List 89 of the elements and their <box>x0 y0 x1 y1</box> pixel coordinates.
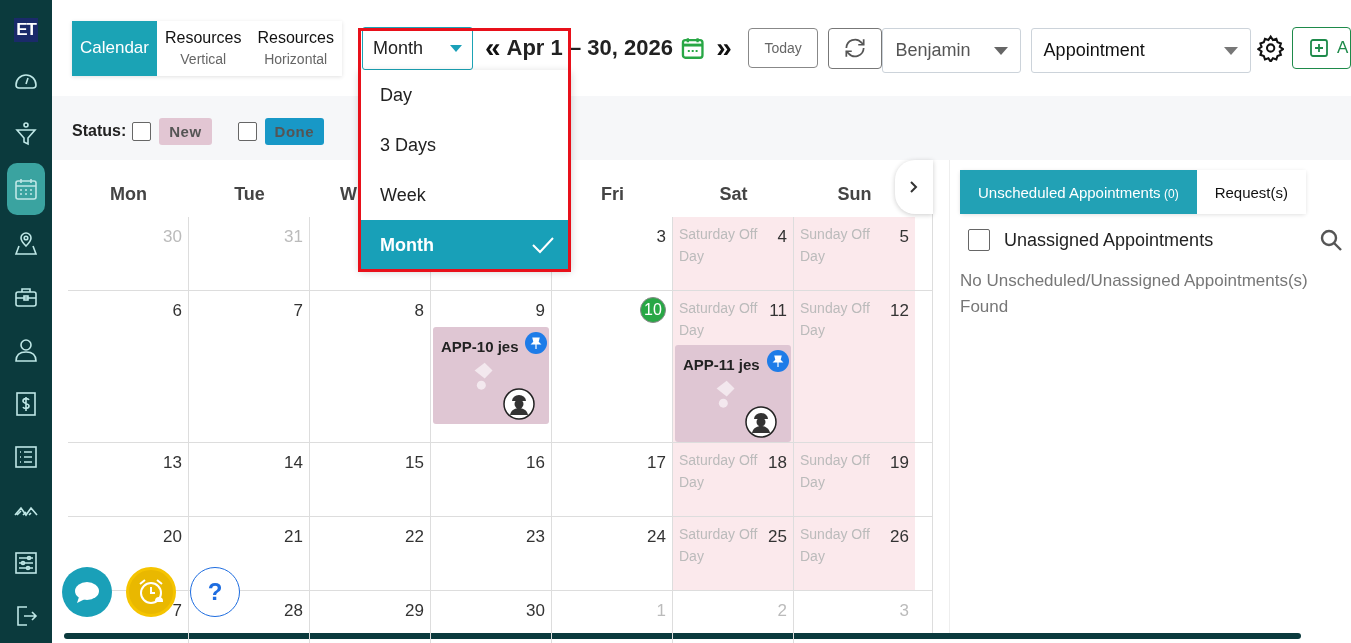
event-title: APP-10 jes <box>441 338 519 355</box>
day-number: 28 <box>284 600 303 622</box>
weekday-header: Fri <box>601 184 624 205</box>
help-button[interactable]: ? <box>190 567 240 617</box>
event-card[interactable]: APP-10 jes <box>433 327 549 424</box>
day-number: 6 <box>172 300 182 322</box>
today-button[interactable]: Today <box>747 28 819 68</box>
day-number: 13 <box>163 452 182 474</box>
day-number: 30 <box>163 226 182 248</box>
day-number: 25 <box>768 526 787 548</box>
type-select[interactable]: Appointment <box>1030 28 1251 73</box>
day-number: 20 <box>163 526 182 548</box>
off-day-note: Sunday Off Day <box>800 525 871 566</box>
chevron-right-icon <box>908 180 920 194</box>
chat-icon <box>73 580 101 604</box>
status-tag: New <box>159 117 212 145</box>
day-number: 9 <box>535 300 545 322</box>
day-number: 31 <box>284 226 303 248</box>
plus-icon <box>1309 38 1330 58</box>
weekday-header: Sat <box>719 184 748 205</box>
day-number: 26 <box>890 526 909 548</box>
day-number: 16 <box>526 452 545 474</box>
chat-button[interactable] <box>62 567 112 617</box>
day-number: 17 <box>647 452 666 474</box>
logo: ET <box>14 18 38 42</box>
off-day-note: Saturday Off Day <box>679 225 759 266</box>
scrollbar[interactable] <box>64 633 1301 639</box>
day-number: 24 <box>647 526 666 548</box>
add-button[interactable]: A <box>1292 27 1351 69</box>
view-tab[interactable]: Resources Horizontal <box>249 20 342 76</box>
day-number: 7 <box>293 300 303 322</box>
status-label: Status: <box>72 122 127 140</box>
empty-message: No Unscheduled/Unassigned Appointments(s) Found <box>960 270 1309 318</box>
day-number: 23 <box>526 526 545 548</box>
panel-tab[interactable]: Request(s) <box>1196 170 1306 214</box>
off-day-note: Sunday Off Day <box>800 451 871 492</box>
day-number: 10 <box>640 297 666 323</box>
previous-button[interactable]: « <box>480 34 505 62</box>
dropdown-option[interactable]: 3 Days <box>359 120 571 170</box>
day-number: 12 <box>890 300 909 322</box>
caret-icon <box>1223 46 1238 55</box>
day-number: 30 <box>526 600 545 622</box>
dropdown-option[interactable]: Day <box>359 70 571 120</box>
day-number: 22 <box>405 526 424 548</box>
checkbox-label: Unassigned Appointments <box>1004 229 1215 251</box>
day-number: 21 <box>284 526 303 548</box>
checkbox[interactable] <box>132 121 152 141</box>
check-icon <box>531 235 555 255</box>
view-tab[interactable]: Resources Vertical <box>157 20 250 76</box>
calendar-icon[interactable] <box>7 163 45 215</box>
day-number: 19 <box>890 452 909 474</box>
search-icon[interactable] <box>1319 228 1343 252</box>
day-number: 3 <box>899 600 909 622</box>
refresh-button[interactable] <box>828 27 883 69</box>
status-tag: Done <box>264 117 325 145</box>
weekday-header: Tue <box>234 184 265 205</box>
day-number: 5 <box>899 226 909 248</box>
range-select[interactable]: Month <box>361 26 473 70</box>
day-number: 14 <box>284 452 303 474</box>
caret-icon <box>993 46 1008 55</box>
day-number: 3 <box>656 226 666 248</box>
day-number: 4 <box>777 226 787 248</box>
off-day-note: Saturday Off Day <box>679 299 759 340</box>
worker-avatar-icon <box>745 406 777 438</box>
next-button[interactable]: » <box>712 34 736 62</box>
event-card[interactable]: APP-11 jes <box>675 345 791 442</box>
off-day-note: Saturday Off Day <box>679 451 759 492</box>
day-number: 8 <box>414 300 424 322</box>
off-day-note: Sunday Off Day <box>800 225 871 266</box>
off-day-note: Sunday Off Day <box>800 299 871 340</box>
day-number: 2 <box>777 600 787 622</box>
resource-select[interactable]: Benjamin <box>882 28 1021 73</box>
weekday-header: Sun <box>837 184 872 205</box>
weekday-header: Mon <box>110 184 147 205</box>
weekday-header: W <box>340 184 357 205</box>
checkbox[interactable] <box>968 229 990 251</box>
settings-icon[interactable] <box>1256 34 1285 62</box>
day-number: 11 <box>769 300 787 322</box>
off-day-note: Saturday Off Day <box>679 525 759 566</box>
day-number: 18 <box>768 452 787 474</box>
worker-avatar-icon <box>503 388 535 420</box>
checkbox[interactable] <box>237 121 257 141</box>
day-number: 29 <box>405 600 424 622</box>
dropdown-option[interactable]: Week <box>359 170 571 220</box>
day-number: 15 <box>405 452 424 474</box>
caret-icon <box>449 44 462 52</box>
day-number: 7 <box>172 600 182 622</box>
event-title: APP-11 jes <box>683 356 760 373</box>
day-number: 1 <box>656 600 666 622</box>
